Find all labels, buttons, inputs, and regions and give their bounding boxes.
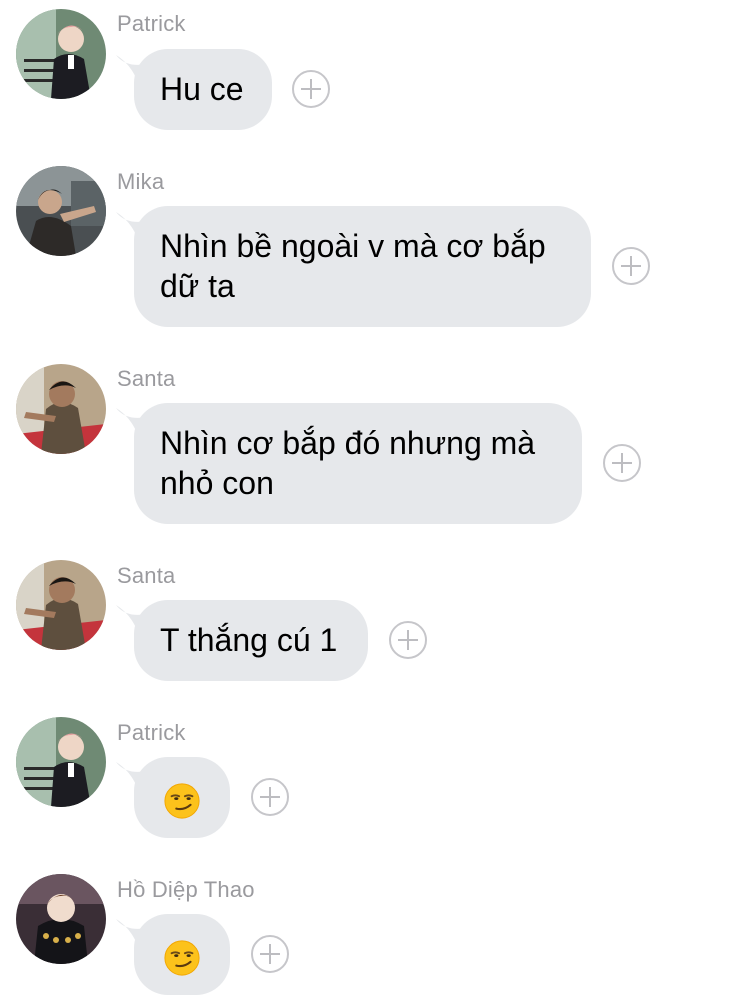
add-reaction-icon[interactable]	[251, 935, 289, 973]
message-bubble[interactable]: 😏	[134, 914, 230, 995]
sender-name: Mika	[117, 169, 165, 194]
sender-name: Patrick	[117, 11, 186, 36]
message-text: Nhìn bề ngoài v mà cơ bắp dữ ta	[160, 228, 546, 304]
message-bubble[interactable]: 😏	[134, 757, 230, 838]
smirking-face-emoji	[163, 782, 201, 820]
message-bubble[interactable]: Hu ce	[134, 49, 272, 130]
smirking-face-emoji	[163, 939, 201, 977]
message-bubble[interactable]: Nhìn bề ngoài v mà cơ bắp dữ ta	[134, 206, 591, 327]
patrick-avatar[interactable]	[16, 717, 106, 807]
sender-name: Santa	[117, 563, 176, 588]
sender-name: Hồ Diệp Thao	[117, 877, 255, 902]
add-reaction-icon[interactable]	[603, 444, 641, 482]
add-reaction-icon[interactable]	[251, 778, 289, 816]
sender-name: Patrick	[117, 720, 186, 745]
message-text: Nhìn cơ bắp đó nhưng mà nhỏ con	[160, 425, 536, 501]
santa-avatar[interactable]	[16, 560, 106, 650]
ho-diep-thao-avatar[interactable]	[16, 874, 106, 964]
add-reaction-icon[interactable]	[612, 247, 650, 285]
santa-avatar[interactable]	[16, 364, 106, 454]
add-reaction-icon[interactable]	[389, 621, 427, 659]
patrick-avatar[interactable]	[16, 9, 106, 99]
message-bubble[interactable]: Nhìn cơ bắp đó nhưng mà nhỏ con	[134, 403, 582, 524]
message-text: T thắng cú 1	[160, 622, 338, 658]
sender-name: Santa	[117, 366, 176, 391]
add-reaction-icon[interactable]	[292, 70, 330, 108]
message-bubble[interactable]: T thắng cú 1	[134, 600, 368, 681]
message-text: Hu ce	[160, 71, 244, 107]
mika-avatar[interactable]	[16, 166, 106, 256]
